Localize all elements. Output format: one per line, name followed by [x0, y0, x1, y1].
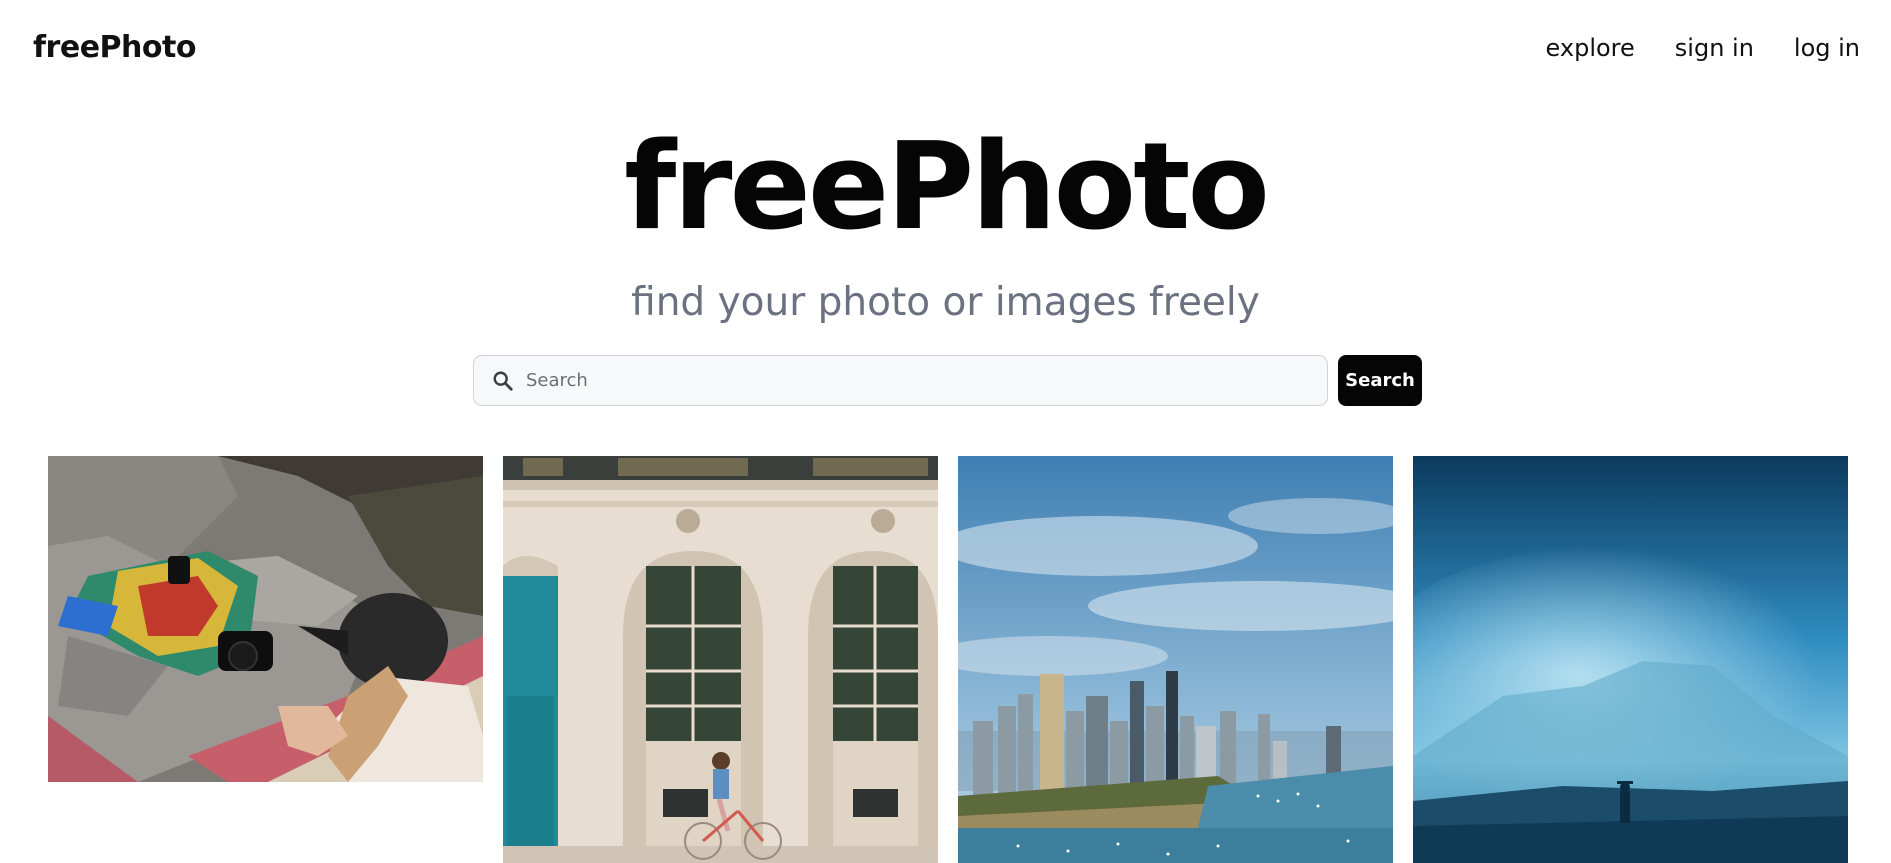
photo-image	[1413, 456, 1848, 863]
nav-link-log-in[interactable]: log in	[1794, 34, 1860, 62]
photo-image	[48, 456, 483, 782]
search-icon	[488, 366, 518, 396]
photo-image	[958, 456, 1393, 863]
navbar: freePhoto explore sign in log in	[0, 0, 1891, 100]
search-box[interactable]	[473, 355, 1328, 406]
gallery-photo-2[interactable]	[503, 456, 938, 863]
nav-link-explore[interactable]: explore	[1546, 34, 1635, 62]
gallery-photo-1[interactable]	[48, 456, 483, 782]
photo-image	[503, 456, 938, 863]
search-button[interactable]: Search	[1338, 355, 1422, 406]
hero-title: freePhoto	[624, 118, 1270, 257]
search-input[interactable]	[526, 356, 1327, 405]
nav-link-sign-in[interactable]: sign in	[1675, 34, 1754, 62]
nav-links: explore sign in log in	[1546, 34, 1860, 62]
brand-logo[interactable]: freePhoto	[33, 30, 196, 65]
gallery-photo-4[interactable]	[1413, 456, 1848, 863]
gallery-photo-3[interactable]	[958, 456, 1393, 863]
hero-subtitle: find your photo or images freely	[631, 280, 1260, 325]
